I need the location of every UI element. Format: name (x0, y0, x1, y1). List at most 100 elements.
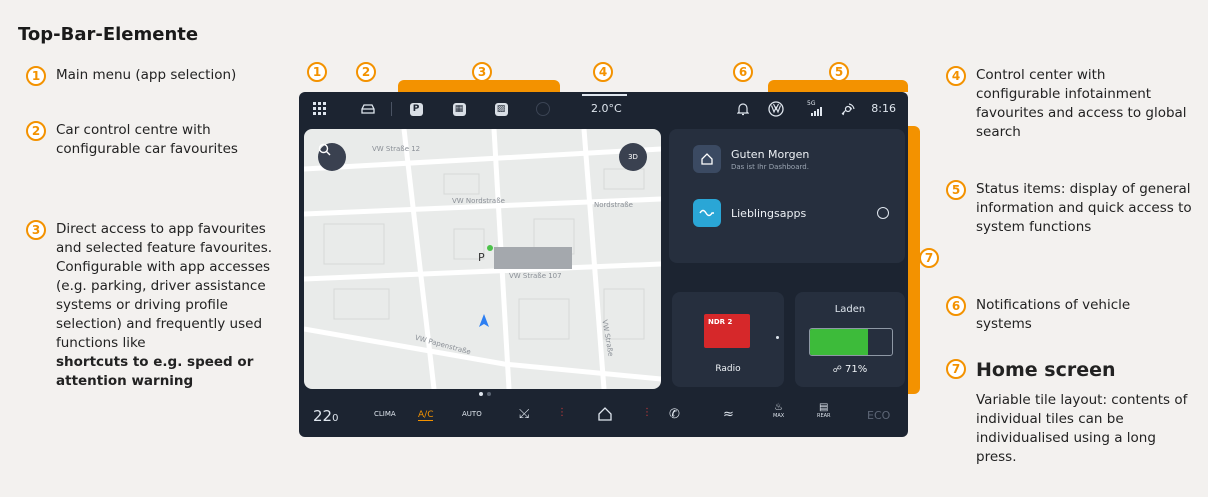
top-bar: P ▦ ▨ 2.0°C 5G 8:16 (299, 92, 908, 126)
callout-3: 3 (472, 62, 492, 82)
legend-number: 1 (26, 66, 46, 86)
radio-label: Radio (715, 364, 741, 374)
signal-icon[interactable]: 5G (805, 100, 829, 118)
temperature-decimal: 0 (332, 413, 339, 424)
greeting-row[interactable]: Guten Morgen Das ist Ihr Dashboard. (693, 145, 809, 173)
legend-item-1: 1 Main menu (app selection) (26, 66, 276, 86)
callout-7-bracket (908, 126, 920, 394)
callout-2: 2 (356, 62, 376, 82)
legend-text: Control center with configurable infotai… (976, 67, 1187, 140)
legend-item-2: 2 Car control centre with configurable c… (26, 121, 266, 159)
driver-assist-icon[interactable]: ▦ (450, 100, 468, 118)
legend-number: 2 (26, 121, 46, 141)
seat-heating-icon[interactable]: ⤩ (519, 407, 529, 422)
infotainment-screen: P ▦ ▨ 2.0°C 5G 8:16 VW Straße 12 VW Nord… (299, 92, 908, 437)
car-icon[interactable] (359, 100, 377, 118)
control-center-indicator (582, 94, 627, 96)
ac-button[interactable]: A/C (418, 410, 434, 421)
home-button-icon[interactable] (597, 406, 613, 425)
navigation-map[interactable]: VW Straße 12 VW Nordstraße Nordstraße VW… (304, 129, 661, 389)
divider (391, 102, 392, 116)
seat-heat-level-icon: ⋮ (557, 407, 567, 418)
greeting-subtitle: Das ist Ihr Dashboard. (731, 162, 809, 171)
legend-text: Main menu (app selection) (56, 67, 237, 83)
legend-number: 5 (946, 180, 966, 200)
legend-text: Notifications of vehicle systems (976, 297, 1131, 332)
map-search-button[interactable] (318, 143, 346, 171)
defrost-icon: ♨ (774, 402, 784, 413)
temperature-setting[interactable]: 220 (313, 407, 338, 425)
temperature-value: 22 (313, 407, 333, 425)
legend-item-6: 6 Notifications of vehicle systems (946, 296, 1176, 334)
legend-item-4: 4 Control center with configurable infot… (946, 66, 1194, 142)
callout-4: 4 (593, 62, 613, 82)
dashboard-tile[interactable]: Guten Morgen Das ist Ihr Dashboard. Lieb… (669, 129, 905, 263)
auto-button[interactable]: AUTO (462, 410, 482, 418)
connectivity-icon[interactable] (839, 100, 857, 118)
map-view-label: 3D (628, 153, 638, 161)
callout-1: 1 (307, 62, 327, 82)
charging-percent: ☍ 71% (795, 364, 905, 375)
favorite-apps-row[interactable]: Lieblingsapps (693, 199, 889, 227)
rear-defrost-button[interactable]: ▤ REAR (817, 403, 831, 421)
search-icon (318, 143, 331, 156)
charging-tile[interactable]: Laden ☍ 71% (795, 292, 905, 387)
street-label: VW Nordstraße (452, 197, 505, 205)
max-defrost-button[interactable]: ♨ MAX (773, 403, 784, 421)
legend-number: 4 (946, 66, 966, 86)
greeting-title: Guten Morgen (731, 147, 810, 161)
charging-title: Laden (834, 304, 866, 315)
parking-label: P (409, 102, 423, 116)
callout-5: 5 (829, 62, 849, 82)
street-label: VW Straße 12 (372, 145, 421, 153)
driving-profile-icon[interactable]: ▨ (492, 100, 510, 118)
location-dot (487, 245, 493, 251)
favorite-apps-label: Lieblingsapps (731, 206, 807, 220)
app-grid-icon[interactable] (311, 100, 329, 118)
wave-icon (693, 199, 721, 227)
legend-item-3: 3 Direct access to app favourites and se… (26, 220, 288, 391)
tile-separator-dot (776, 336, 779, 339)
callout-6: 6 (733, 62, 753, 82)
legend-text: Variable tile layout: contents of indivi… (976, 392, 1188, 465)
legend-number: 6 (946, 296, 966, 316)
home-icon (693, 145, 721, 173)
legend-number: 3 (26, 220, 46, 240)
parking-icon[interactable]: P (407, 100, 425, 118)
parking-marker[interactable]: P (478, 251, 485, 264)
legend-text: Status items: display of general informa… (976, 181, 1192, 235)
radio-station-logo: NDR 2 (704, 314, 750, 348)
battery-fill (810, 329, 869, 355)
legend-text: Direct access to app favourites and sele… (56, 221, 273, 351)
rear-label: REAR (817, 413, 831, 419)
bell-icon[interactable] (734, 100, 752, 118)
clock: 8:16 (871, 102, 896, 115)
rear-window-icon: ▤ (819, 402, 829, 413)
steering-heating-icon[interactable]: ≈ (723, 407, 734, 422)
street-label: VW Straße 107 (509, 272, 562, 280)
legend-text: Car control centre with configurable car… (56, 122, 238, 157)
map-view-button[interactable]: 3D (619, 143, 647, 171)
max-label: MAX (773, 413, 785, 419)
radio-circle-icon[interactable] (877, 207, 889, 219)
eco-button[interactable]: ECO (867, 409, 890, 422)
battery-gauge (809, 328, 893, 356)
legend-number: 7 (946, 359, 966, 379)
callout-7: 7 (919, 248, 939, 268)
legend-text-bold: shortcuts to e.g. speed or attention war… (56, 354, 254, 389)
outside-temperature[interactable]: 2.0°C (591, 102, 622, 115)
legend-item-5: 5 Status items: display of general infor… (946, 180, 1198, 237)
charging-plug-icon: ☍ (832, 365, 842, 375)
page-title: Top-Bar-Elemente (18, 24, 199, 45)
climate-bar: 220 CLIMA A/C AUTO ⤩ ⋮ ⋮ ✆ ≈ ♨ MAX ▤ REA… (299, 397, 908, 437)
page-indicator (479, 392, 491, 396)
phone-icon[interactable]: ✆ (669, 407, 680, 422)
legend-item-7: 7 Home screen Variable tile layout: cont… (946, 359, 1198, 467)
legend-heading: Home screen (976, 359, 1116, 381)
vw-logo-icon[interactable] (767, 100, 785, 118)
empty-slot-icon[interactable] (534, 100, 552, 118)
radio-tile[interactable]: NDR 2 Radio (672, 292, 784, 387)
clima-button[interactable]: CLIMA (374, 410, 396, 418)
street-label: Nordstraße (594, 201, 633, 209)
passenger-seat-level-icon: ⋮ (642, 407, 652, 418)
